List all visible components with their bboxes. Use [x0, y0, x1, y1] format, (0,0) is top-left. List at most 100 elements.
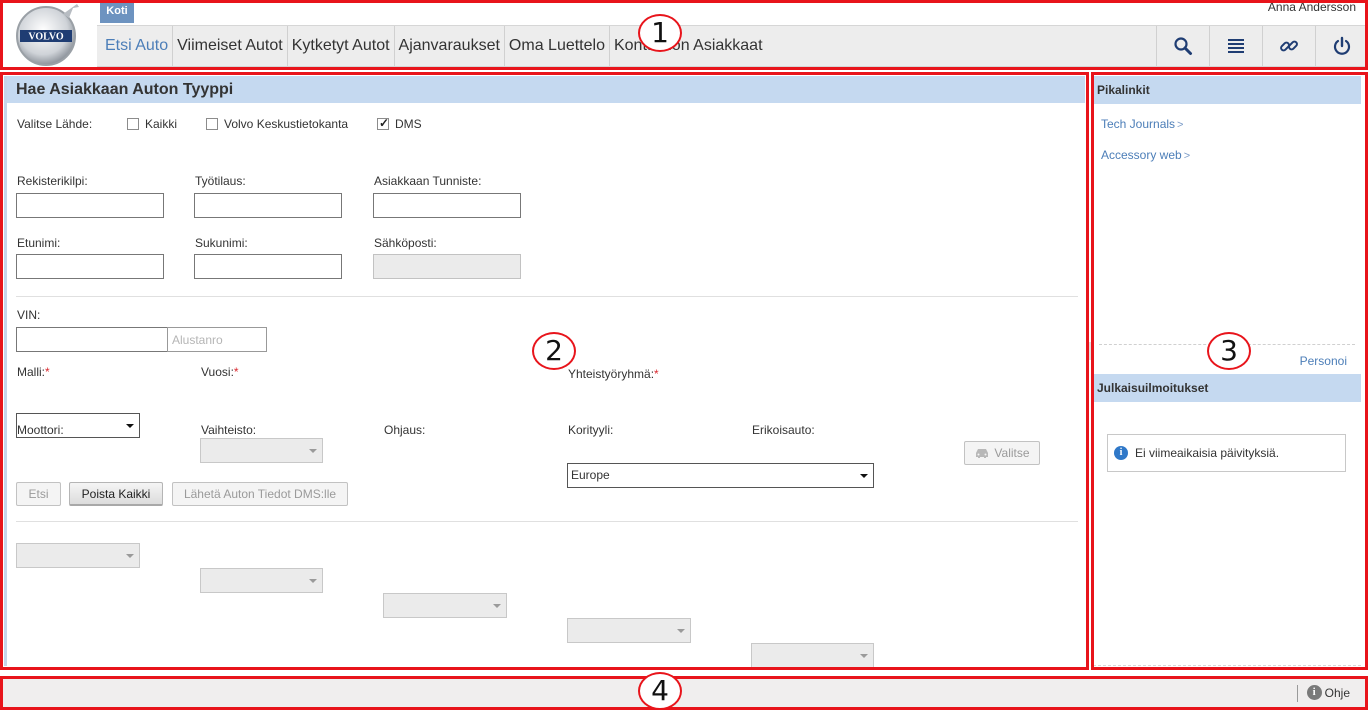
engine-label: Moottori:	[17, 423, 64, 437]
quick-links-separator	[1099, 344, 1355, 345]
source-label: Valitse Lähde:	[17, 117, 93, 131]
partner-group-required-mark: *	[654, 367, 659, 381]
special-car-label: Erikoisauto:	[752, 423, 815, 437]
select-button-label: Valitse	[994, 446, 1030, 460]
car-icon	[976, 449, 989, 458]
side-bottom-separator	[1093, 665, 1361, 666]
body-style-select	[567, 618, 691, 643]
panel-resize-handle[interactable]	[1087, 342, 1091, 360]
panel-title: Hae Asiakkaan Auton Tyyppi	[7, 76, 1085, 103]
engine-select	[16, 543, 140, 568]
year-label: Vuosi:*	[201, 365, 239, 379]
chevron-down-icon	[860, 474, 868, 478]
search-car-panel: Hae Asiakkaan Auton Tyyppi Valitse Lähde…	[4, 76, 1085, 668]
source-kaikki[interactable]: Kaikki	[127, 117, 177, 131]
send-dms-button[interactable]: Lähetä Auton Tiedot DMS:lle	[172, 482, 348, 506]
dms-checkbox[interactable]	[377, 116, 389, 130]
model-label: Malli:*	[17, 365, 50, 379]
volvo-db-checkbox[interactable]	[206, 118, 218, 130]
chevron-down-icon	[860, 654, 868, 658]
year-select	[200, 438, 323, 463]
gearbox-select	[200, 568, 323, 593]
vin-input[interactable]	[16, 327, 168, 352]
nav-ajanvaraukset[interactable]: Ajanvaraukset	[395, 26, 505, 66]
dms-label: DMS	[395, 117, 422, 131]
side-panel: Pikalinkit Tech Journals > Accessory web >…	[1093, 74, 1361, 666]
email-label: Sähköposti:	[374, 236, 437, 250]
nav-kontaktion-asiakkaat[interactable]: Kontaktion Asiakkaat	[610, 26, 767, 66]
personalize-link[interactable]: Personoi	[1300, 354, 1347, 368]
help-label: Ohje	[1324, 685, 1350, 700]
nav-oma-luettelo[interactable]: Oma Luettelo	[505, 26, 610, 66]
year-label-text: Vuosi:	[201, 365, 234, 379]
nav-kytketyt-autot[interactable]: Kytketyt Autot	[288, 26, 395, 66]
chevron-down-icon	[677, 629, 685, 633]
accessory-web-link[interactable]: Accessory web >	[1101, 148, 1190, 162]
customer-id-label: Asiakkaan Tunniste:	[374, 174, 482, 188]
kaikki-checkbox[interactable]	[127, 118, 139, 130]
source-dms[interactable]: DMS	[377, 116, 422, 131]
chevron-down-icon	[309, 579, 317, 583]
footer-separator	[1297, 685, 1298, 702]
info-icon: i	[1114, 446, 1128, 460]
customer-id-input[interactable]	[373, 193, 521, 218]
nav-viimeiset-autot[interactable]: Viimeiset Autot	[173, 26, 288, 66]
nav-icons	[1156, 26, 1368, 66]
select-button[interactable]: Valitse	[964, 441, 1040, 465]
partner-group-label-text: Yhteistyöryhmä:	[568, 367, 655, 381]
partner-group-select[interactable]: Europe	[567, 463, 874, 488]
volvo-logo[interactable]: VOLVO	[11, 2, 83, 66]
partner-group-value: Europe	[571, 468, 610, 482]
gearbox-label: Vaihteisto:	[201, 423, 257, 437]
chevron-right-icon: >	[1177, 119, 1184, 131]
chassis-number-input[interactable]	[167, 327, 267, 352]
first-name-input[interactable]	[16, 254, 164, 279]
main-navbar: Etsi Auto Viimeiset Autot Kytketyt Autot…	[97, 25, 1368, 67]
steering-select	[383, 593, 507, 618]
vin-label: VIN:	[17, 308, 41, 322]
email-input	[373, 254, 521, 279]
chevron-down-icon	[126, 424, 134, 428]
partner-group-label: Yhteistyöryhmä:*	[568, 367, 659, 381]
chevron-down-icon	[126, 554, 134, 558]
accessory-web-label: Accessory web	[1101, 148, 1182, 162]
last-name-label: Sukunimi:	[195, 236, 248, 250]
link-icon[interactable]	[1262, 26, 1315, 66]
tech-journals-link[interactable]: Tech Journals >	[1101, 117, 1183, 131]
work-order-label: Työtilaus:	[195, 174, 246, 188]
app-header: VOLVO Koti Anna Andersson Etsi Auto Viim…	[0, 0, 1368, 69]
svg-text:VOLVO: VOLVO	[28, 32, 64, 43]
model-required-mark: *	[45, 365, 50, 379]
search-icon[interactable]	[1156, 26, 1209, 66]
search-button[interactable]: Etsi	[16, 482, 61, 506]
home-tab[interactable]: Koti	[100, 1, 134, 23]
year-required-mark: *	[233, 365, 239, 379]
registration-input[interactable]	[16, 193, 164, 218]
quick-links-title: Pikalinkit	[1093, 76, 1361, 104]
user-name[interactable]: Anna Andersson	[1268, 0, 1356, 14]
model-label-text: Malli:	[17, 365, 46, 379]
nav-items: Etsi Auto Viimeiset Autot Kytketyt Autot…	[97, 26, 767, 66]
clear-all-button[interactable]: Poista Kaikki	[69, 482, 163, 506]
chevron-down-icon	[309, 449, 317, 453]
power-icon[interactable]	[1315, 26, 1368, 66]
work-order-input[interactable]	[194, 193, 342, 218]
volvo-db-label: Volvo Keskustietokanta	[224, 117, 349, 131]
chevron-down-icon	[493, 604, 501, 608]
list-icon[interactable]	[1209, 26, 1262, 66]
help-info-icon: i	[1306, 685, 1322, 700]
kaikki-label: Kaikki	[145, 117, 178, 131]
last-name-input[interactable]	[194, 254, 342, 279]
release-notes-empty-text: Ei viimeaikaisia päivityksiä.	[1135, 446, 1280, 460]
release-notes-title: Julkaisuilmoitukset	[1093, 374, 1361, 402]
nav-etsi-auto[interactable]: Etsi Auto	[97, 26, 174, 66]
release-notes-message: i Ei viimeaikaisia päivityksiä.	[1107, 434, 1346, 472]
special-car-select	[751, 643, 874, 668]
first-name-label: Etunimi:	[17, 236, 61, 250]
help-link[interactable]: i Ohje	[1306, 685, 1350, 700]
source-volvo-db[interactable]: Volvo Keskustietokanta	[206, 117, 348, 131]
bottom-divider	[16, 521, 1078, 522]
chevron-right-icon: >	[1183, 150, 1191, 162]
app-footer: i Ohje	[0, 678, 1368, 708]
tech-journals-label: Tech Journals	[1101, 117, 1176, 131]
